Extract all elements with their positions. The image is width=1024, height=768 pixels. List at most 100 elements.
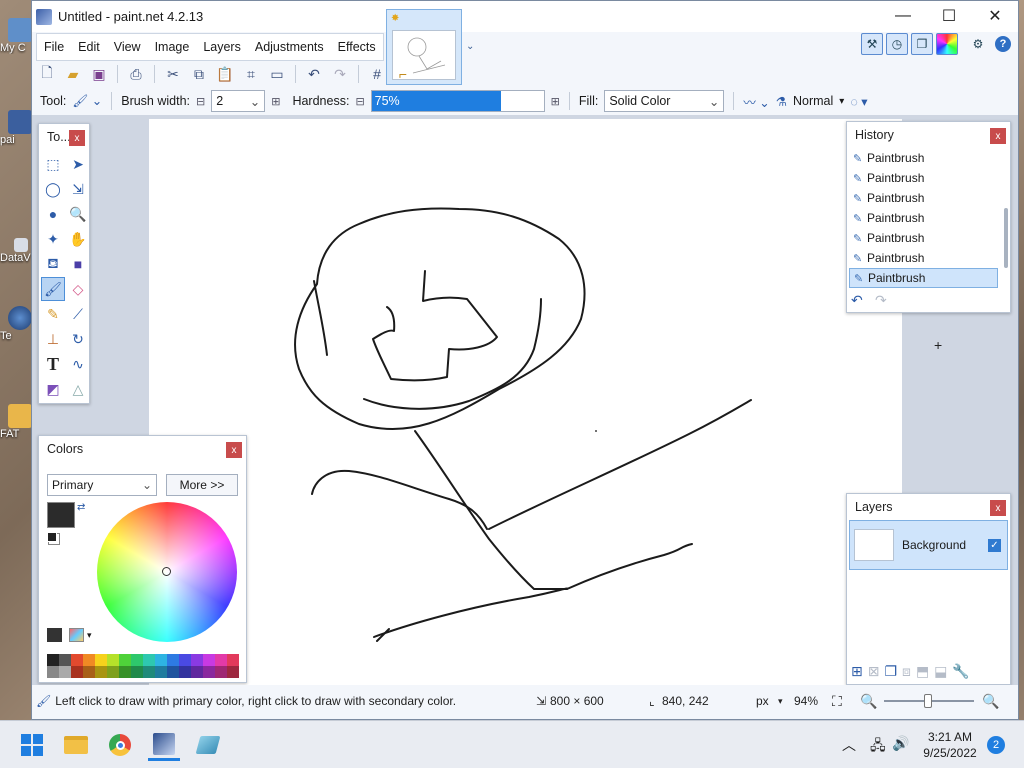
move-layer-down-icon[interactable]: ⬓ [934, 663, 947, 680]
save-icon[interactable]: ▣ [88, 63, 110, 85]
close-window-button[interactable]: ✕ [972, 1, 1018, 31]
layers-panel-title[interactable]: Layers [847, 494, 1010, 520]
menu-effects[interactable]: Effects [331, 34, 383, 60]
units-select[interactable]: px [756, 694, 769, 708]
more-colors-button[interactable]: More >> [166, 474, 238, 496]
blend-mode-chevron-icon[interactable]: ▾ [839, 96, 844, 107]
colors-panel-close-button[interactable]: x [226, 442, 242, 458]
lasso-select-icon[interactable]: ◯ [41, 177, 65, 201]
start-windows-icon[interactable] [16, 729, 48, 761]
colors-panel-title[interactable]: Colors [39, 436, 246, 462]
decrease-width-icon[interactable]: ⊟ [196, 95, 205, 108]
layers-panel-close-button[interactable]: x [990, 500, 1006, 516]
paintnet-taskbar-icon[interactable] [148, 729, 180, 761]
reset-colors-icon[interactable] [47, 532, 57, 542]
add-palette-color-icon[interactable] [47, 628, 62, 642]
open-folder-icon[interactable]: ▰ [62, 63, 84, 85]
show-hidden-icons-chevron[interactable]: ︿ [842, 735, 856, 755]
zoom-icon[interactable]: 🔍 [66, 202, 90, 226]
color-palette[interactable] [47, 654, 239, 678]
paintbrush-tool-icon[interactable]: 🖌 ⌄ [72, 93, 102, 109]
blend-mode-icon[interactable]: ⚗ [776, 94, 787, 109]
eraser-app-icon[interactable] [192, 729, 224, 761]
recolor-icon[interactable]: ↻ [66, 327, 90, 351]
alpha-blending-icon[interactable]: ◌ ▾ [850, 94, 867, 109]
increase-hardness-icon[interactable]: ⊞ [551, 95, 560, 108]
network-icon[interactable]: 🖧 [870, 735, 886, 759]
history-panel-title[interactable]: History [847, 122, 1010, 148]
layer-row[interactable]: Background ✓ [849, 520, 1008, 570]
history-panel-close-button[interactable]: x [990, 128, 1006, 144]
antialiasing-icon[interactable]: 〰 ⌄ [743, 92, 769, 111]
move-selected-icon[interactable]: ➤ [66, 152, 90, 176]
zoom-value[interactable]: 94% [794, 694, 818, 708]
history-item[interactable]: Paintbrush [849, 168, 998, 188]
text-tool-icon[interactable]: T [41, 352, 65, 376]
fill-mode-select[interactable]: Solid Color [604, 90, 725, 112]
desktop-icon-te[interactable]: Te [0, 306, 34, 342]
palette-menu-icon[interactable] [69, 628, 84, 642]
paste-icon[interactable]: 📋 [214, 63, 236, 85]
brush-width-field[interactable]: 2 [211, 90, 266, 112]
desktop-icon-paint[interactable]: pai [0, 110, 34, 146]
tab-dropdown-chevron-icon[interactable]: ⌄ [466, 41, 474, 52]
deselect-icon[interactable]: ▭ [266, 63, 288, 85]
shapes-icon[interactable]: ◩ [41, 377, 65, 401]
blend-mode-value[interactable]: Normal [793, 94, 833, 108]
history-item[interactable]: Paintbrush [849, 188, 998, 208]
zoom-slider-thumb[interactable] [924, 694, 932, 708]
add-layer-icon[interactable]: ⊞ [851, 663, 863, 680]
primary-color-swatch[interactable] [47, 502, 75, 528]
cut-icon[interactable]: ✂ [162, 63, 184, 85]
merge-layer-icon[interactable]: ⧈ [902, 663, 911, 680]
decrease-hardness-icon[interactable]: ⊟ [355, 95, 364, 108]
move-layer-up-icon[interactable]: ⬒ [916, 663, 929, 680]
history-item[interactable]: Paintbrush [849, 228, 998, 248]
color-selector-dropdown[interactable]: Primary [47, 474, 157, 496]
zoom-out-icon[interactable]: 🔍 [860, 693, 877, 710]
history-item[interactable]: Paintbrush [849, 148, 998, 168]
history-item-selected[interactable]: Paintbrush [849, 268, 998, 288]
volume-icon[interactable]: 🔊 [892, 735, 909, 752]
duplicate-layer-icon[interactable]: ❐ [884, 663, 897, 680]
magic-wand-icon[interactable]: ✦ [41, 227, 65, 251]
increase-width-icon[interactable]: ⊞ [271, 95, 280, 108]
maximize-button[interactable]: ☐ [926, 1, 972, 31]
new-file-icon[interactable]: 🗋 [36, 63, 58, 85]
history-item[interactable]: Paintbrush [849, 208, 998, 228]
notifications-badge[interactable]: 2 [987, 736, 1005, 754]
colors-toggle-icon[interactable] [936, 33, 958, 55]
color-wheel[interactable] [97, 502, 237, 642]
grid-icon[interactable]: # [366, 63, 388, 85]
crop-icon[interactable]: ⌗ [240, 63, 262, 85]
pencil-icon[interactable]: ✎ [41, 302, 65, 326]
eraser-icon[interactable]: ◇ [66, 277, 90, 301]
zoom-in-icon[interactable]: 🔍 [982, 693, 999, 710]
ruler-icon[interactable]: ⌐ [392, 63, 414, 85]
rectangle-select-icon[interactable]: ⬚ [41, 152, 65, 176]
palette-chevron-icon[interactable]: ▾ [87, 630, 92, 641]
redo-icon[interactable]: ↷ [329, 63, 351, 85]
paintbrush-icon[interactable]: 🖌 [41, 277, 65, 301]
drawing-canvas[interactable] [149, 119, 902, 685]
chrome-icon[interactable] [104, 729, 136, 761]
delete-layer-icon[interactable]: ⊠ [868, 663, 880, 680]
help-icon[interactable]: ? [992, 33, 1014, 55]
minimize-button[interactable]: — [880, 1, 926, 31]
menu-layers[interactable]: Layers [196, 34, 248, 60]
units-chevron-icon[interactable]: ▾ [778, 696, 783, 707]
paint-bucket-icon[interactable]: ⛾ [41, 252, 65, 276]
clock[interactable]: 3:21 AM 9/25/2022 [920, 729, 980, 761]
menu-edit[interactable]: Edit [71, 34, 107, 60]
history-scrollbar[interactable] [1004, 208, 1008, 268]
menu-adjustments[interactable]: Adjustments [248, 34, 331, 60]
tools-panel-close-button[interactable]: x [69, 130, 85, 146]
menu-view[interactable]: View [107, 34, 148, 60]
layer-properties-icon[interactable]: 🔧 [952, 663, 969, 680]
undo-icon[interactable]: ↶ [303, 63, 325, 85]
desktop-icon-datav[interactable]: DataV [0, 238, 34, 264]
layer-visibility-checkbox[interactable]: ✓ [988, 538, 1001, 552]
desktop-icon-my-computer[interactable]: My C [0, 18, 34, 54]
color-picker-icon[interactable]: ⟋ [66, 302, 90, 326]
gradient-icon[interactable]: ■ [66, 252, 90, 276]
